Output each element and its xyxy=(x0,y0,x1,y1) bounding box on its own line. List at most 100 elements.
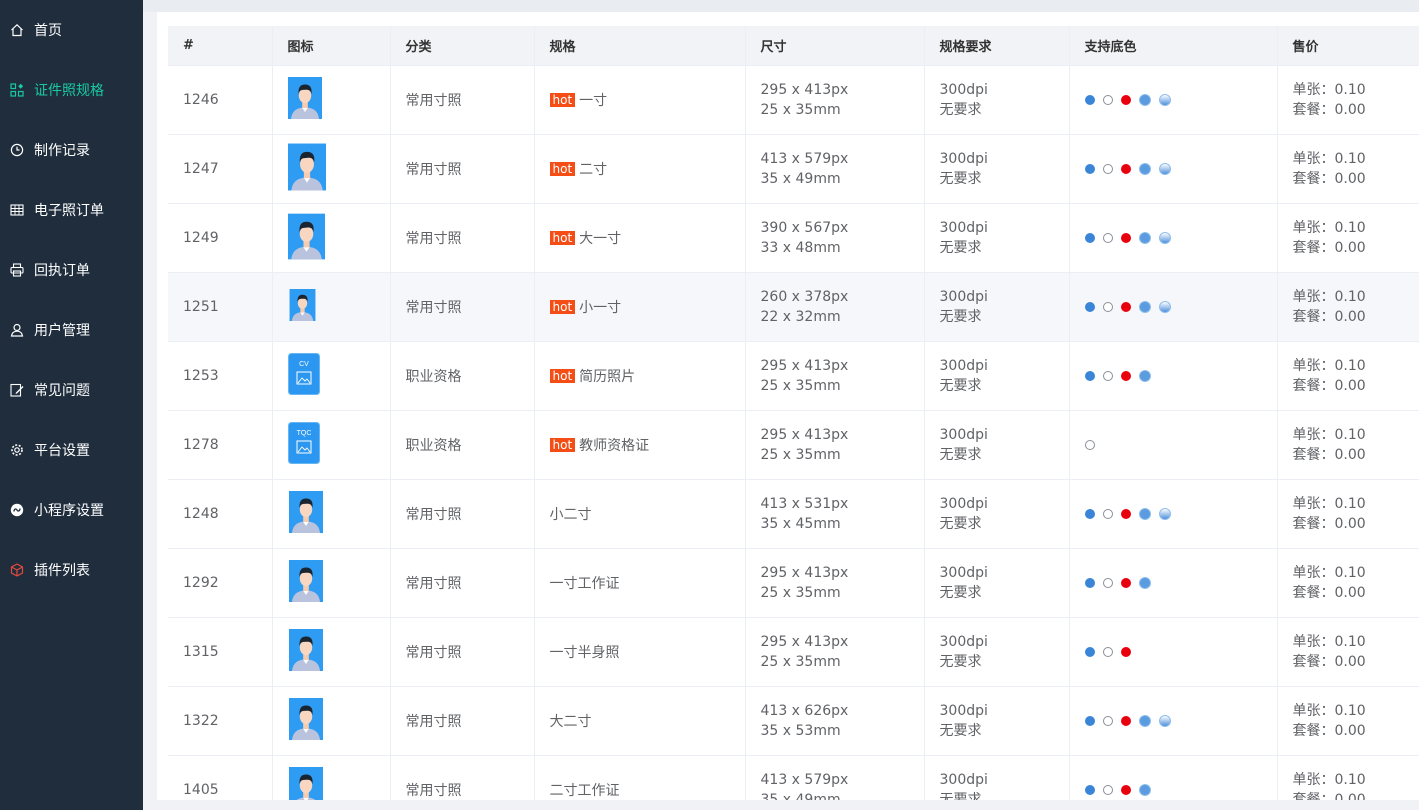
cell-requirement: 300dpi 无要求 xyxy=(924,410,1070,480)
col-header-id[interactable]: # xyxy=(168,26,273,66)
cell-icon xyxy=(272,65,391,135)
table-row[interactable]: 1322 常用寸照 大二寸 413 x 626px 35 x 53mm 300dpi 无要求… xyxy=(168,686,1419,756)
spec-name: 小一寸 xyxy=(579,300,622,316)
cell-price: 单张：0.10 套餐：0.00 xyxy=(1277,755,1419,800)
cell-icon: CV xyxy=(272,341,391,411)
cell-id: 1315 xyxy=(168,617,273,687)
table-row[interactable]: 1315 常用寸照 一寸半身照 295 x 413px 25 x 35mm 300dpi 无… xyxy=(168,617,1419,687)
cell-bg-colors xyxy=(1069,341,1278,411)
table-row[interactable]: 1292 常用寸照 一寸工作证 295 x 413px 25 x 35mm 300dpi 无… xyxy=(168,548,1419,618)
cell-icon xyxy=(272,686,391,756)
table-row[interactable]: 1405 常用寸照 二寸工作证 413 x 579px 35 x 49mm 300dpi 无… xyxy=(168,755,1419,800)
main-content: # 图标 分类 规格 尺寸 规格要求 支持底色 售价 1246 常用寸照 hot 一寸… xyxy=(143,0,1419,810)
price-single: 单张：0.10 xyxy=(1292,289,1366,305)
sidebar-item-3[interactable]: 电子照订单 xyxy=(0,180,143,240)
cell-spec: hot 小一寸 xyxy=(534,272,746,342)
grid-icon xyxy=(10,83,34,97)
price-package: 套餐：0.00 xyxy=(1292,723,1366,739)
table-row[interactable]: 1249 常用寸照 hot 大一寸 390 x 567px 33 x 48mm 300dpi… xyxy=(168,203,1419,273)
color-dot-red xyxy=(1120,302,1131,312)
category-text: 常用寸照 xyxy=(405,93,462,109)
cell-id: 1292 xyxy=(168,548,273,618)
cell-category: 常用寸照 xyxy=(390,755,535,800)
cell-requirement: 300dpi 无要求 xyxy=(924,548,1070,618)
row-id: 1405 xyxy=(183,782,219,798)
cell-price: 单张：0.10 套餐：0.00 xyxy=(1277,65,1419,135)
col-header-size[interactable]: 尺寸 xyxy=(745,26,925,66)
sidebar-item-8[interactable]: 小程序设置 xyxy=(0,480,143,540)
price-single: 单张：0.10 xyxy=(1292,358,1366,374)
color-dot-blue xyxy=(1084,509,1095,519)
sidebar-item-0[interactable]: 首页 xyxy=(0,0,143,60)
color-dot-white xyxy=(1102,95,1113,105)
table-row[interactable]: 1248 常用寸照 小二寸 413 x 531px 35 x 45mm 300dpi 无要求… xyxy=(168,479,1419,549)
category-text: 常用寸照 xyxy=(405,162,462,178)
sidebar-item-5[interactable]: 用户管理 xyxy=(0,300,143,360)
cell-spec: 大二寸 xyxy=(534,686,746,756)
spec-table-wrap: # 图标 分类 规格 尺寸 规格要求 支持底色 售价 1246 常用寸照 hot 一寸… xyxy=(168,26,1419,800)
hot-badge: hot xyxy=(549,300,576,314)
col-header-spec[interactable]: 规格 xyxy=(534,26,746,66)
spec-name: 一寸工作证 xyxy=(549,576,620,592)
requirement-text: 无要求 xyxy=(939,171,982,187)
row-id: 1278 xyxy=(183,437,219,453)
top-bar xyxy=(143,0,1419,12)
price-package: 套餐：0.00 xyxy=(1292,447,1366,463)
cell-icon xyxy=(272,203,391,273)
col-header-bg-colors[interactable]: 支持底色 xyxy=(1069,26,1278,66)
color-dot-grad xyxy=(1158,232,1171,244)
cell-size: 295 x 413px 25 x 35mm xyxy=(745,341,925,411)
dpi-text: 300dpi xyxy=(939,82,988,98)
requirement-text: 无要求 xyxy=(939,792,982,800)
color-dot-red xyxy=(1120,371,1131,381)
row-id: 1248 xyxy=(183,506,219,522)
sidebar-item-6[interactable]: 常见问题 xyxy=(0,360,143,420)
color-dot-grad xyxy=(1158,508,1171,520)
table-row[interactable]: 1251 常用寸照 hot 小一寸 260 x 378px 22 x 32mm 300dpi… xyxy=(168,272,1419,342)
spec-name: 一寸 xyxy=(579,93,608,109)
cell-size: 413 x 626px 35 x 53mm xyxy=(745,686,925,756)
dpi-text: 300dpi xyxy=(939,151,988,167)
size-px: 413 x 579px xyxy=(760,151,849,167)
cv-icon: CV xyxy=(287,353,320,395)
col-header-category[interactable]: 分类 xyxy=(390,26,535,66)
color-dot-white xyxy=(1102,578,1113,588)
cell-bg-colors xyxy=(1069,272,1278,342)
category-text: 职业资格 xyxy=(405,438,462,454)
cell-bg-colors xyxy=(1069,686,1278,756)
price-single: 单张：0.10 xyxy=(1292,151,1366,167)
col-header-icon[interactable]: 图标 xyxy=(272,26,391,66)
table-row[interactable]: 1278 TQC 职业资格 hot 教师资格证 295 x 413px 25 x 35mm 3… xyxy=(168,410,1419,480)
person-photo-icon xyxy=(288,698,324,740)
col-header-requirement[interactable]: 规格要求 xyxy=(924,26,1070,66)
color-dot-white xyxy=(1102,647,1113,657)
color-dot-lblue xyxy=(1138,301,1151,313)
sidebar-item-4[interactable]: 回执订单 xyxy=(0,240,143,300)
spec-name: 二寸 xyxy=(579,162,608,178)
size-px: 260 x 378px xyxy=(760,289,849,305)
sidebar-item-1[interactable]: 证件照规格 xyxy=(0,60,143,120)
color-dot-lblue xyxy=(1138,508,1151,520)
table-row[interactable]: 1253 CV 职业资格 hot 简历照片 295 x 413px 25 x 35mm 300… xyxy=(168,341,1419,411)
cell-spec: hot 一寸 xyxy=(534,65,746,135)
size-mm: 25 x 35mm xyxy=(760,654,841,670)
sidebar-item-9[interactable]: 插件列表 xyxy=(0,540,143,600)
row-id: 1253 xyxy=(183,368,219,384)
col-header-price[interactable]: 售价 xyxy=(1277,26,1419,66)
spec-name: 二寸工作证 xyxy=(549,783,620,799)
sidebar-item-label: 小程序设置 xyxy=(34,503,104,519)
cell-id: 1322 xyxy=(168,686,273,756)
cell-spec: 小二寸 xyxy=(534,479,746,549)
sidebar-item-label: 用户管理 xyxy=(34,323,90,339)
sidebar-item-7[interactable]: 平台设置 xyxy=(0,420,143,480)
cell-category: 常用寸照 xyxy=(390,65,535,135)
color-dot-white xyxy=(1102,371,1113,381)
size-px: 413 x 531px xyxy=(760,496,849,512)
color-dot-red xyxy=(1120,509,1131,519)
color-dot-grad xyxy=(1158,301,1171,313)
table-row[interactable]: 1246 常用寸照 hot 一寸 295 x 413px 25 x 35mm 300dpi 无… xyxy=(168,65,1419,135)
sidebar-item-label: 制作记录 xyxy=(34,143,90,159)
cube-icon xyxy=(10,563,34,577)
table-row[interactable]: 1247 常用寸照 hot 二寸 413 x 579px 35 x 49mm 300dpi 无… xyxy=(168,134,1419,204)
sidebar-item-2[interactable]: 制作记录 xyxy=(0,120,143,180)
